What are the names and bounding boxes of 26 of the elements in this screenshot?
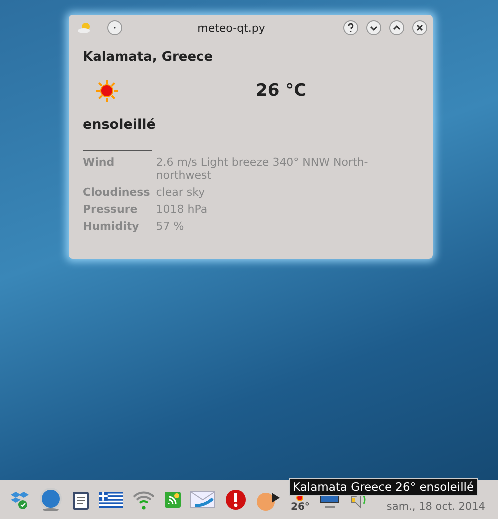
sun-icon: [95, 79, 119, 103]
detail-value: clear sky: [156, 186, 206, 199]
warning-icon[interactable]: [225, 488, 247, 510]
envelope-icon[interactable]: [190, 490, 216, 508]
detail-value: 57 %: [156, 220, 186, 233]
detail-label: Cloudiness: [83, 186, 150, 199]
weather-condition: ensoleillé: [83, 117, 157, 133]
window-title: meteo-qt.py: [196, 22, 266, 34]
detail-value: 2.6 m/s Light breeze 340° NNW North-northwest: [156, 156, 370, 182]
help-button[interactable]: [343, 20, 359, 36]
sun-cloud-icon: [78, 22, 92, 34]
flag-icon[interactable]: [99, 490, 123, 508]
feed-icon[interactable]: [165, 492, 181, 508]
temperature: 26 °C: [256, 81, 307, 101]
tray-temperature[interactable]: 26°: [291, 502, 310, 513]
detail-value: 1018 hPa: [156, 203, 209, 216]
tooltip: Kalamata Greece 26° ensoleillé: [289, 478, 478, 496]
detail-label: Wind: [83, 156, 116, 171]
close-button[interactable]: [412, 20, 428, 36]
clock[interactable]: sam., 18 oct. 2014: [386, 500, 486, 512]
city-name: Kalamata, Greece: [83, 50, 214, 65]
minimize-button[interactable]: [366, 20, 382, 36]
globe-icon[interactable]: [39, 488, 63, 512]
detail-label: Humidity: [83, 220, 140, 233]
maximize-button[interactable]: [389, 20, 405, 36]
detail-label: Pressure: [83, 203, 139, 216]
